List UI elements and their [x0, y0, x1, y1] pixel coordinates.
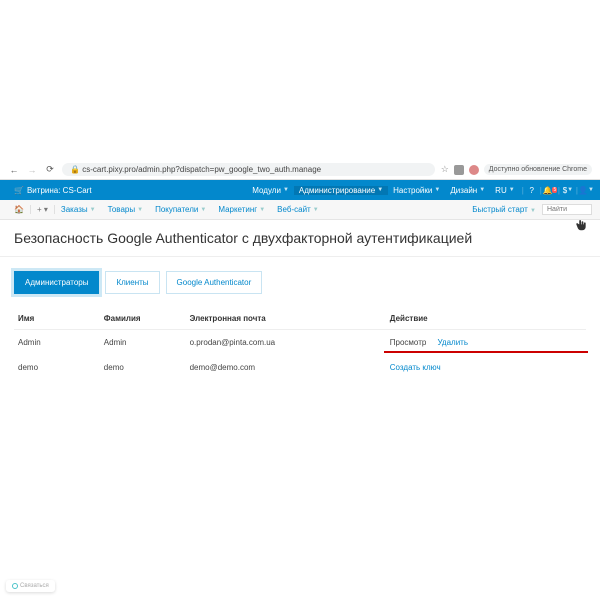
support-widget[interactable]: Связаться [6, 580, 55, 592]
col-email: Электронная почта [186, 308, 386, 330]
tabs-row: Администраторы Клиенты Google Authentica… [0, 257, 600, 308]
star-icon[interactable]: ☆ [441, 164, 449, 175]
search-input[interactable] [542, 204, 592, 215]
delete-link[interactable]: Удалить [437, 338, 468, 347]
ext-icon-1[interactable] [454, 165, 464, 175]
col-action: Действие [386, 308, 586, 330]
cell-surname: Admin [100, 330, 186, 356]
cart-icon: 🛒 [14, 186, 24, 195]
chrome-update-button[interactable]: Доступно обновление Chrome [484, 164, 592, 175]
create-key-link[interactable]: Создать ключ [390, 363, 441, 372]
quickstart-button[interactable]: Быстрый старт ▼ [466, 205, 542, 214]
support-icon [12, 583, 18, 589]
top-navbar: 🛒 Витрина: CS-Cart Модули▼ Администриров… [0, 180, 600, 200]
tab-google-authenticator[interactable]: Google Authenticator [166, 271, 263, 294]
cursor-hand-icon [574, 218, 588, 232]
tab-clients[interactable]: Клиенты [105, 271, 159, 294]
support-label: Связаться [20, 583, 49, 589]
col-name: Имя [14, 308, 100, 330]
cell-email: o.prodan@pinta.com.ua [186, 330, 386, 356]
annotation-underline [384, 351, 588, 353]
help-icon[interactable]: ? [526, 184, 538, 196]
menu-settings[interactable]: Настройки▼ [388, 186, 445, 195]
col-surname: Фамилия [100, 308, 186, 330]
browser-toolbar: ← → ⟳ 🔒 cs-cart.pixy.pro/admin.php?dispa… [0, 160, 600, 180]
cell-surname: demo [100, 355, 186, 380]
view-link[interactable]: Просмотр [390, 338, 427, 347]
user-menu-icon[interactable]: 👤▼ [580, 184, 592, 196]
admins-table: Имя Фамилия Электронная почта Действие A… [14, 308, 586, 380]
submenu-orders[interactable]: Заказы▼ [55, 205, 102, 214]
notifications-icon[interactable]: 🔔5 [544, 184, 556, 196]
back-icon[interactable]: ← [8, 164, 20, 176]
menu-language[interactable]: RU▼ [490, 186, 520, 195]
add-icon[interactable]: + ▾ [31, 205, 55, 214]
url-bar[interactable]: 🔒 cs-cart.pixy.pro/admin.php?dispatch=pw… [62, 163, 435, 176]
menu-design[interactable]: Дизайн▼ [445, 186, 490, 195]
page-title: Безопасность Google Authenticator с двух… [0, 220, 600, 257]
submenu-customers[interactable]: Покупатели▼ [149, 205, 212, 214]
submenu-website[interactable]: Веб-сайт▼ [271, 205, 324, 214]
home-icon[interactable]: 🏠 [8, 205, 31, 214]
submenu-products[interactable]: Товары▼ [102, 205, 149, 214]
url-text: cs-cart.pixy.pro/admin.php?dispatch=pw_g… [82, 165, 321, 174]
cell-name: demo [14, 355, 100, 380]
table-row: demo demo demo@demo.com Создать ключ [14, 355, 586, 380]
menu-addons[interactable]: Модули▼ [247, 186, 294, 195]
tab-admins[interactable]: Администраторы [14, 271, 99, 294]
forward-icon[interactable]: → [26, 164, 38, 176]
ext-icon-2[interactable] [469, 165, 479, 175]
table-row: Admin Admin o.prodan@pinta.com.ua Просмо… [14, 330, 586, 356]
lock-icon: 🔒 [70, 165, 80, 174]
cart-status-icon[interactable]: $▼ [562, 184, 574, 196]
reload-icon[interactable]: ⟳ [44, 164, 56, 176]
cell-email: demo@demo.com [186, 355, 386, 380]
submenu-marketing[interactable]: Маркетинг▼ [212, 205, 271, 214]
sub-navbar: 🏠 + ▾ Заказы▼ Товары▼ Покупатели▼ Маркет… [0, 200, 600, 220]
cell-name: Admin [14, 330, 100, 356]
brand-label: Витрина: CS-Cart [27, 186, 92, 195]
menu-administration[interactable]: Администрирование▼ [294, 186, 388, 195]
storefront-brand[interactable]: 🛒 Витрина: CS-Cart [8, 186, 98, 195]
